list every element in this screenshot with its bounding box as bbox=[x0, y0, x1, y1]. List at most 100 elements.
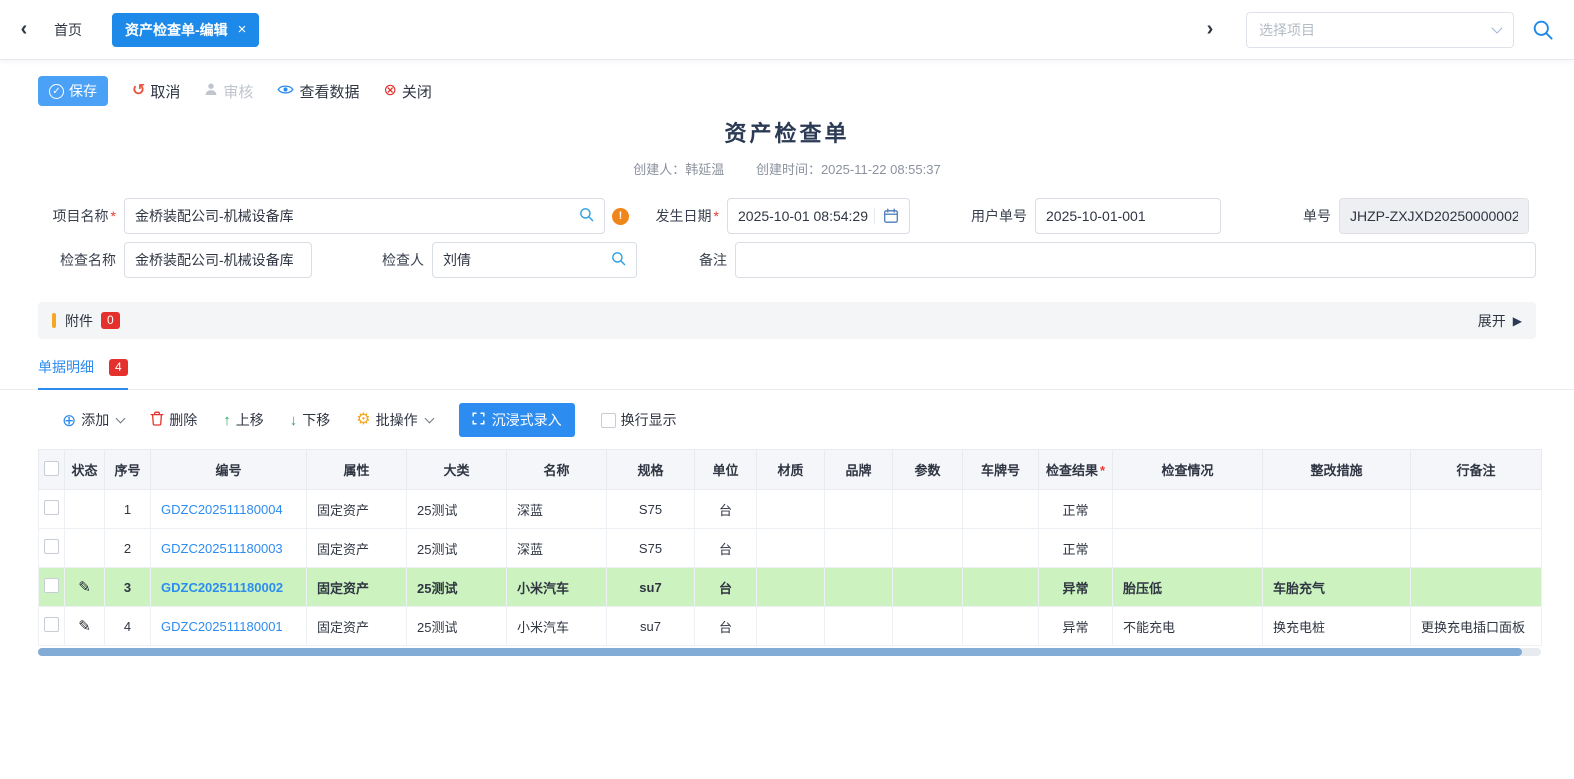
row-checkbox[interactable] bbox=[44, 539, 59, 554]
occur-date-input[interactable]: 2025-10-01 08:54:29 bbox=[727, 198, 910, 234]
name-cell: 小米汽车 bbox=[507, 607, 607, 646]
move-down-button[interactable]: ↓ 下移 bbox=[290, 410, 331, 430]
tab-close-icon[interactable]: × bbox=[238, 21, 247, 38]
row-checkbox[interactable] bbox=[44, 578, 59, 593]
row-checkbox[interactable] bbox=[44, 617, 59, 632]
table-row[interactable]: ✎3GDZC202511180002固定资产25测试小米汽车su7台异常胎压低车… bbox=[39, 568, 1542, 607]
column-header: 整改措施 bbox=[1263, 450, 1411, 490]
select-all-checkbox[interactable] bbox=[44, 461, 59, 476]
batch-label: 批操作 bbox=[376, 410, 418, 430]
move-up-button[interactable]: ↑ 上移 bbox=[223, 410, 264, 430]
user-no-input[interactable]: 2025-10-01-001 bbox=[1035, 198, 1221, 234]
creator-value: 韩延温 bbox=[685, 162, 724, 177]
accent-bar bbox=[52, 313, 56, 328]
row-checkbox[interactable] bbox=[44, 500, 59, 515]
edit-pencil-icon[interactable]: ✎ bbox=[78, 579, 91, 596]
column-header: 行备注 bbox=[1411, 450, 1542, 490]
wrap-display-label: 换行显示 bbox=[621, 410, 677, 430]
wrap-display-toggle[interactable]: 换行显示 bbox=[601, 410, 677, 430]
asset-code-link[interactable]: GDZC202511180003 bbox=[161, 541, 283, 556]
note-cell bbox=[1411, 529, 1542, 568]
horizontal-scrollbar[interactable] bbox=[38, 648, 1541, 656]
checker-label: 检查人 bbox=[362, 250, 424, 270]
doc-no-value: JHZP-ZXJXD20250000002 bbox=[1350, 208, 1518, 224]
created-value: 2025-11-22 08:55:37 bbox=[821, 162, 941, 177]
attachment-label: 附件 bbox=[65, 311, 93, 331]
search-icon[interactable] bbox=[579, 207, 594, 225]
tab-detail-lines[interactable]: 单据明细 4 bbox=[38, 357, 128, 390]
doc-no-label: 单号 bbox=[1291, 206, 1331, 226]
global-search-icon[interactable] bbox=[1532, 19, 1554, 41]
asset-code-link[interactable]: GDZC202511180002 bbox=[161, 580, 283, 595]
situation-cell bbox=[1113, 529, 1263, 568]
row-seq-cell: 1 bbox=[105, 490, 151, 529]
note-cell: 更换充电插口面板 bbox=[1411, 607, 1542, 646]
project-name-value: 金桥装配公司-机械设备库 bbox=[135, 206, 579, 226]
brand-cell bbox=[825, 490, 893, 529]
attribute-cell: 固定资产 bbox=[307, 490, 407, 529]
close-button[interactable]: ⊗ 关闭 bbox=[383, 81, 431, 102]
project-select-placeholder: 选择项目 bbox=[1259, 20, 1493, 40]
page-title: 资产检查单 bbox=[0, 116, 1574, 148]
move-up-label: 上移 bbox=[236, 410, 264, 430]
play-icon: ▶ bbox=[1513, 314, 1522, 328]
search-icon[interactable] bbox=[611, 251, 626, 269]
table-row[interactable]: 1GDZC202511180004固定资产25测试深蓝S75台正常 bbox=[39, 490, 1542, 529]
audit-button[interactable]: 审核 bbox=[204, 81, 253, 102]
table-row[interactable]: ✎4GDZC202511180001固定资产25测试小米汽车su7台异常不能充电… bbox=[39, 607, 1542, 646]
detail-tab-label: 单据明细 bbox=[38, 357, 94, 377]
situation-cell bbox=[1113, 490, 1263, 529]
asset-code-link[interactable]: GDZC202511180004 bbox=[161, 502, 283, 517]
remark-input[interactable] bbox=[735, 242, 1536, 278]
detail-tabs: 单据明细 4 bbox=[0, 357, 1574, 390]
tab-home[interactable]: 首页 bbox=[54, 20, 82, 40]
select-all-cell bbox=[39, 450, 65, 490]
plate-cell bbox=[963, 568, 1039, 607]
save-button[interactable]: ✓ 保存 bbox=[38, 76, 108, 106]
scrollbar-thumb[interactable] bbox=[38, 648, 1522, 656]
attachment-bar[interactable]: 附件 0 展开 ▶ bbox=[38, 302, 1536, 339]
asset-code-cell: GDZC202511180001 bbox=[151, 607, 307, 646]
check-name-input[interactable]: 金桥装配公司-机械设备库 bbox=[124, 242, 312, 278]
immersive-entry-button[interactable]: 沉浸式录入 bbox=[459, 403, 575, 437]
project-select[interactable]: 选择项目 bbox=[1246, 12, 1514, 48]
measure-cell: 换充电桩 bbox=[1263, 607, 1411, 646]
row-seq-cell: 2 bbox=[105, 529, 151, 568]
user-no-label: 用户单号 bbox=[952, 206, 1027, 226]
expand-button[interactable]: 展开 ▶ bbox=[1478, 311, 1522, 331]
attribute-cell: 固定资产 bbox=[307, 568, 407, 607]
tabs-scroll-right-icon[interactable]: › bbox=[1202, 18, 1218, 41]
name-cell: 小米汽车 bbox=[507, 568, 607, 607]
delete-button[interactable]: 删除 bbox=[150, 410, 197, 430]
user-icon bbox=[204, 82, 218, 100]
detail-count-badge: 4 bbox=[109, 359, 128, 376]
view-data-label: 查看数据 bbox=[299, 81, 359, 102]
project-name-input[interactable]: 金桥装配公司-机械设备库 bbox=[124, 198, 605, 234]
tab-asset-inspection-edit[interactable]: 资产检查单-编辑 × bbox=[112, 13, 259, 47]
wrap-display-checkbox[interactable] bbox=[601, 413, 616, 428]
created-label: 创建时间： bbox=[756, 162, 821, 177]
arrow-down-icon: ↓ bbox=[290, 413, 298, 428]
creator-label: 创建人： bbox=[633, 162, 685, 177]
edit-pencil-icon[interactable]: ✎ bbox=[78, 618, 91, 635]
material-cell bbox=[757, 568, 825, 607]
doc-meta: 创建人：韩延温 创建时间：2025-11-22 08:55:37 bbox=[0, 159, 1574, 178]
brand-cell bbox=[825, 568, 893, 607]
table-row[interactable]: 2GDZC202511180003固定资产25测试深蓝S75台正常 bbox=[39, 529, 1542, 568]
view-data-button[interactable]: 查看数据 bbox=[277, 81, 359, 102]
add-button[interactable]: ⊕ 添加 bbox=[62, 410, 124, 430]
row-select-cell bbox=[39, 607, 65, 646]
eye-icon bbox=[277, 83, 294, 100]
plate-cell bbox=[963, 529, 1039, 568]
row-select-cell bbox=[39, 490, 65, 529]
calendar-icon[interactable] bbox=[874, 208, 899, 224]
tabs-scroll-left-icon[interactable]: ‹ bbox=[16, 18, 32, 41]
trash-icon bbox=[150, 411, 164, 429]
warning-icon[interactable]: ! bbox=[612, 208, 629, 225]
checker-input[interactable]: 刘倩 bbox=[432, 242, 637, 278]
batch-operations-button[interactable]: ⚙ 批操作 bbox=[356, 410, 432, 430]
column-header: 单位 bbox=[695, 450, 757, 490]
row-status-cell bbox=[65, 490, 105, 529]
asset-code-link[interactable]: GDZC202511180001 bbox=[161, 619, 283, 634]
cancel-button[interactable]: ↺ 取消 bbox=[132, 81, 180, 102]
